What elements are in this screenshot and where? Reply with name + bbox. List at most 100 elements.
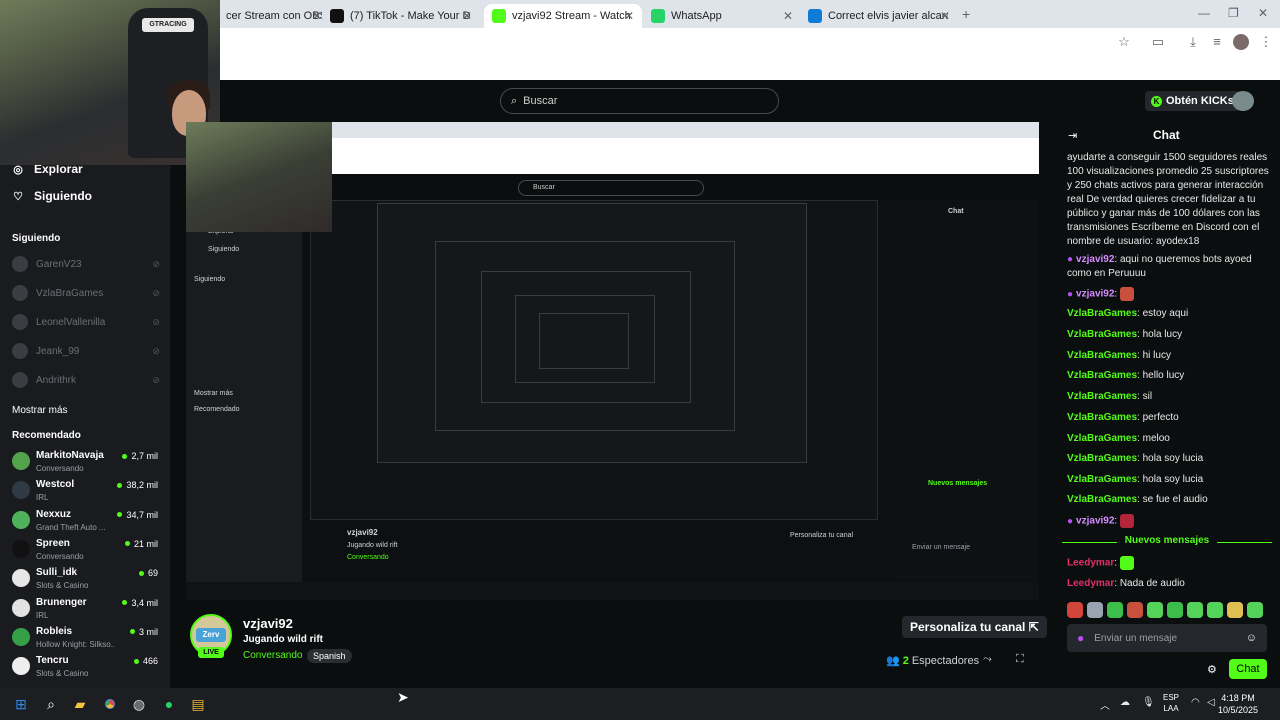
user-avatar[interactable] [1232,91,1254,111]
chat-username[interactable]: VzlaBraGames [1067,308,1137,319]
language-indicator[interactable]: ESP LAA [1163,692,1179,714]
nav-following[interactable]: ♡ Siguiendo [12,189,92,203]
windows-start-icon[interactable]: ⊞ [11,694,31,714]
taskbar-clock[interactable]: 4:18 PM 10/5/2025 [1218,692,1258,716]
following-item[interactable]: VzlaBraGames ⊘ [12,285,160,301]
recommended-item[interactable]: Spreen Conversando 21 mil [12,538,158,564]
viewer-count: 466 [133,656,158,666]
recommended-item[interactable]: Brunenger IRL 3,4 mil [12,597,158,623]
recommended-item[interactable]: Robleis Hollow Knight: Silkso... 3 mil [12,626,158,652]
chat-username[interactable]: VzlaBraGames [1067,474,1137,485]
whatsapp-icon[interactable]: ● [159,694,179,714]
browser-tab[interactable]: WhatsApp ✕ [643,4,801,28]
star-icon[interactable]: ☆ [1116,34,1132,50]
close-tab-icon[interactable]: ✕ [312,9,322,23]
chat-username[interactable]: vzjavi92 [1076,254,1114,265]
share-icon[interactable]: ⤳ [983,653,992,666]
menu-icon[interactable]: ⋮ [1258,34,1274,50]
download-icon[interactable]: ⤓ [1185,34,1201,50]
obs-icon[interactable]: ◍ [129,694,149,714]
mic-tray-icon[interactable]: 🎙 [1142,697,1155,708]
emote-icon[interactable] [1207,602,1223,618]
maximize-button[interactable]: ❐ [1228,6,1239,20]
following-item[interactable]: Andrithrk ⊘ [12,372,160,388]
chat-username[interactable]: vzjavi92 [1076,289,1114,300]
taskbar-search-icon[interactable]: ⌕ [41,694,61,714]
recommended-item[interactable]: Westcol IRL 38,2 mil [12,479,158,505]
new-tab-button[interactable]: + [962,6,970,22]
gear-icon[interactable]: ⚙ [1207,663,1217,676]
following-name: LeonelVallenilla [36,316,106,328]
send-chat-button[interactable]: Chat [1229,659,1267,679]
emote-icon[interactable] [1087,602,1103,618]
browser-tab[interactable]: cer Stream con OBS S✕ [218,4,330,28]
viewer-count: 21 mil [124,539,158,549]
tray-expand-icon[interactable]: ︿ [1100,697,1110,712]
channel-name[interactable]: vzjavi92 [243,616,293,631]
file-explorer-icon[interactable]: ▰ [70,694,90,714]
chat-username[interactable]: VzlaBraGames [1067,370,1137,381]
collapse-chat-icon[interactable]: ⇥ [1068,129,1077,142]
recommended-category: Slots & Casino [36,581,89,591]
chat-username[interactable]: VzlaBraGames [1067,433,1137,444]
close-tab-icon[interactable]: ✕ [624,9,634,23]
following-item[interactable]: Jeank_99 ⊘ [12,343,160,359]
chair-logo: GTRACING [142,18,194,32]
browser-tab[interactable]: Correct elvis javier alcaraz zam✕ [800,4,958,28]
show-more-link[interactable]: Mostrar más [12,405,68,416]
emote-icon[interactable] [1187,602,1203,618]
chat-username[interactable]: VzlaBraGames [1067,494,1137,505]
emote-icon[interactable] [1227,602,1243,618]
get-kicks-button[interactable]: K Obtén KICKs [1145,91,1240,111]
stream-category[interactable]: Conversando [243,650,302,661]
mouse-cursor: ➤ [397,689,409,705]
chat-username[interactable]: vzjavi92 [1076,516,1114,527]
chat-username[interactable]: Leedymar [1067,558,1114,569]
emoji-icon[interactable]: ☺ [1246,632,1257,644]
emote-icon[interactable] [1127,602,1143,618]
close-tab-icon[interactable]: ✕ [462,9,472,23]
chat-username[interactable]: VzlaBraGames [1067,350,1137,361]
customize-channel-button[interactable]: Personaliza tu canal ⇱ [902,616,1047,638]
viewer-count: 38,2 mil [117,480,158,490]
recommended-item[interactable]: Nexxuz Grand Theft Auto ... 34,7 mil [12,509,158,535]
profile-avatar[interactable] [1233,34,1249,50]
minimize-button[interactable]: — [1198,6,1210,20]
chat-input[interactable]: ● Enviar un mensaje ☺ [1067,624,1267,652]
chat-username[interactable]: VzlaBraGames [1067,453,1137,464]
chat-username[interactable]: VzlaBraGames [1067,391,1137,402]
browser-tab[interactable]: (7) TikTok - Make Your Day ✕ [322,4,480,28]
new-messages-divider[interactable]: Nuevos mensajes [1062,535,1272,549]
search-input[interactable]: ⌕ Buscar [500,88,779,114]
captured-sidebar: Explorar Siguiendo Siguiendo Mostrar más… [186,200,302,590]
emote-icon[interactable] [1107,602,1123,618]
volume-icon[interactable]: ◁ [1207,697,1215,708]
recommended-item[interactable]: MarkitoNavaja Conversando 2,7 mil [12,450,158,476]
close-window-button[interactable]: ✕ [1258,6,1268,20]
wifi-icon[interactable]: ◠ [1191,697,1200,708]
recommended-category: Grand Theft Auto ... [36,522,106,532]
close-tab-icon[interactable]: ✕ [940,9,950,23]
recommended-item[interactable]: Tencru Slots & Casino 466 [12,655,158,681]
emote-icon[interactable] [1167,602,1183,618]
app-icon[interactable]: ▤ [188,694,208,714]
cast-icon[interactable]: ▭ [1150,34,1166,50]
following-item[interactable]: LeonelVallenilla ⊘ [12,314,160,330]
chat-username[interactable]: VzlaBraGames [1067,329,1137,340]
close-tab-icon[interactable]: ✕ [783,9,793,23]
following-item[interactable]: GarenV23 ⊘ [12,256,160,272]
follow-icon[interactable]: ⛶ [1016,653,1024,666]
live-badge: LIVE [198,647,224,658]
browser-tab[interactable]: vzjavi92 Stream - Watch Live on✕ [484,4,642,28]
emote-icon[interactable] [1247,602,1263,618]
chat-username[interactable]: VzlaBraGames [1067,412,1137,423]
media-icon[interactable]: ≡ [1209,34,1225,50]
chrome-icon[interactable] [100,694,120,714]
onedrive-icon[interactable]: ☁ [1120,697,1130,708]
chat-username[interactable]: Leedymar [1067,578,1114,589]
emote-icon[interactable] [1147,602,1163,618]
emote-icon[interactable] [1067,602,1083,618]
video-player[interactable]: Buscar Explorar Siguiendo Siguiendo Most… [186,122,1039,600]
language-tag[interactable]: Spanish [307,649,352,663]
recommended-item[interactable]: Sulli_idk Slots & Casino 69 [12,567,158,593]
